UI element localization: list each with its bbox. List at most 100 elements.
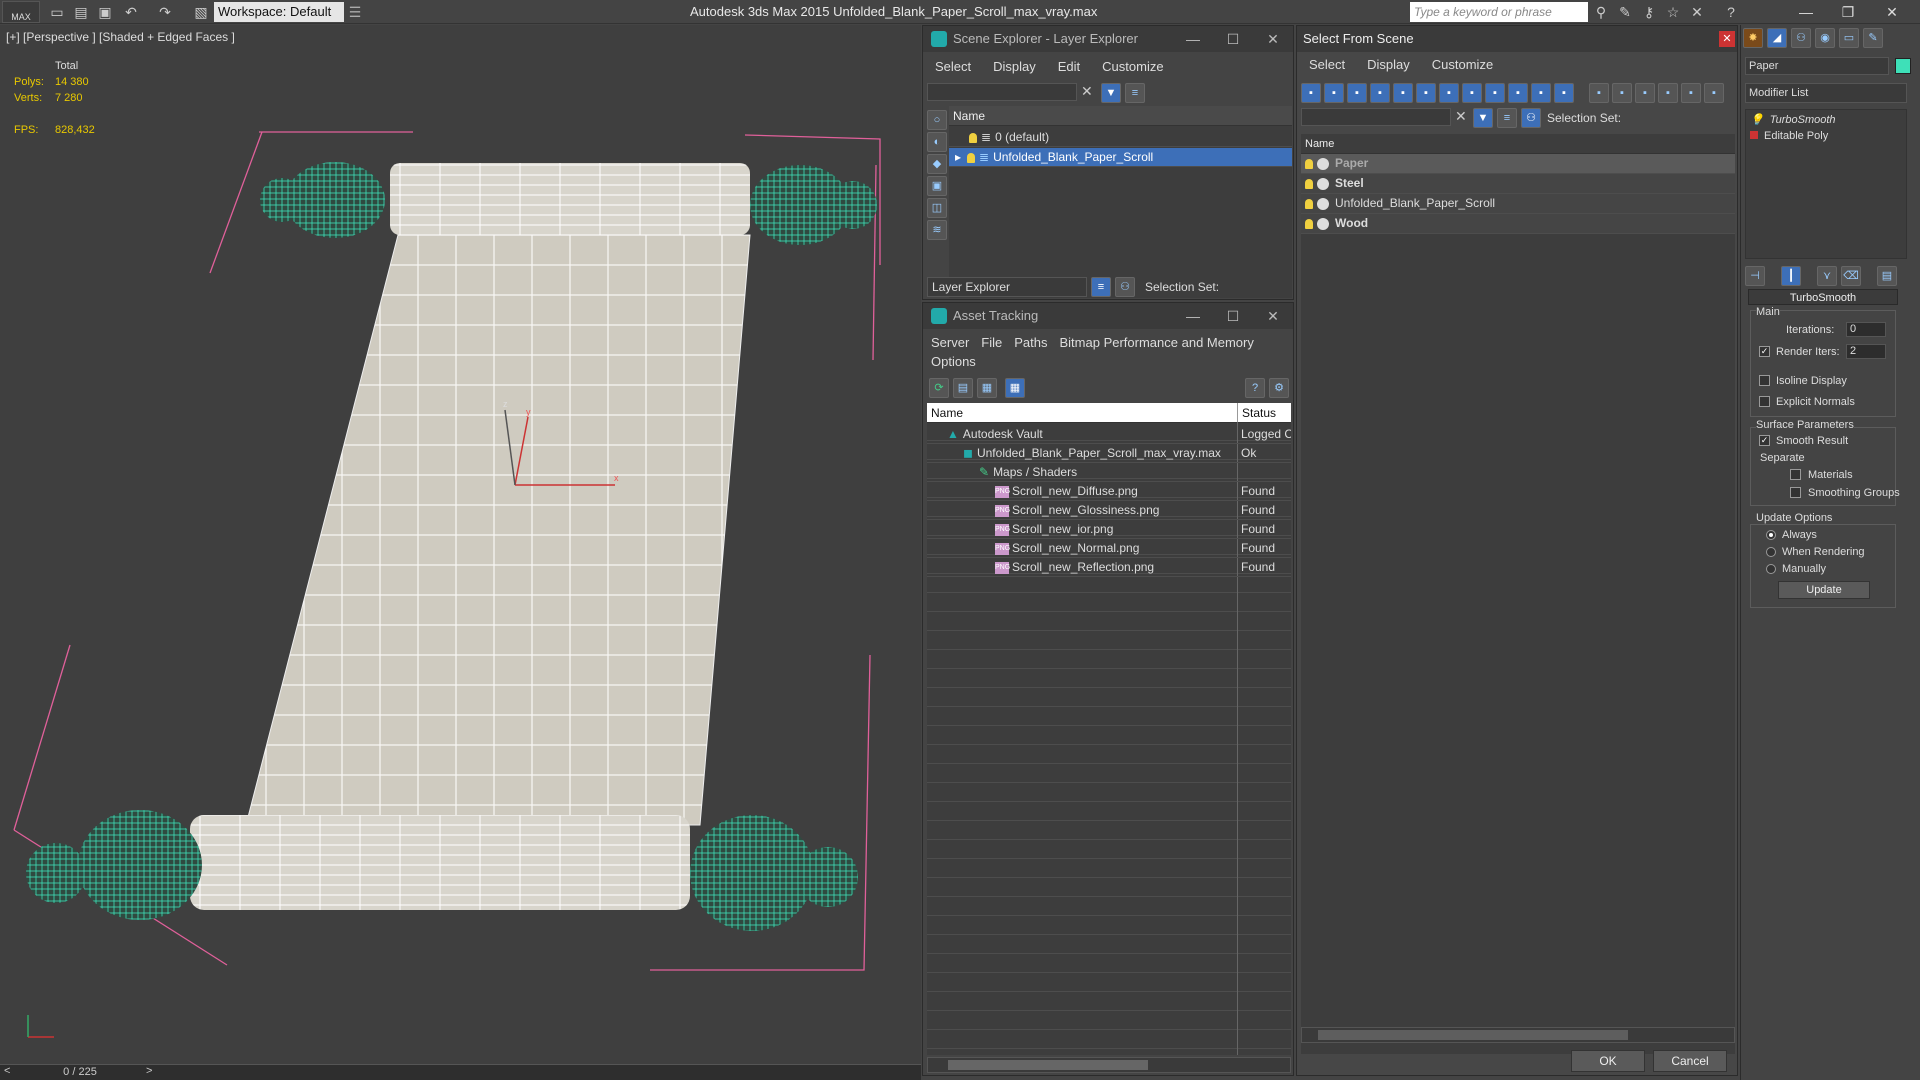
perspective-viewport[interactable]: [+] [Perspective ] [Shaded + Edged Faces…: [0, 25, 921, 1064]
display-helpers-icon[interactable]: ◫: [927, 198, 947, 218]
menu-display[interactable]: Display: [993, 59, 1036, 74]
expand-arrow-icon[interactable]: ▸: [955, 150, 961, 164]
isoline-display-checkbox[interactable]: [1759, 375, 1770, 386]
sfs-none-icon[interactable]: ▪: [1612, 83, 1632, 103]
sfs-hidden-icon[interactable]: ▪: [1554, 83, 1574, 103]
list-view-icon[interactable]: ▤: [953, 378, 973, 398]
menu-server[interactable]: Server: [931, 335, 969, 350]
sfs-helpers-icon[interactable]: ▪: [1393, 83, 1413, 103]
asset-row[interactable]: ◼ Unfolded_Blank_Paper_Scroll_max_vray.ma…: [927, 444, 1291, 463]
workspace-dropdown[interactable]: Workspace: Default: [214, 2, 344, 22]
asset-name-column[interactable]: Name: [927, 403, 1237, 423]
sfs-menu-display[interactable]: Display: [1367, 57, 1410, 72]
new-file-icon[interactable]: ▭: [48, 3, 66, 21]
sfs-bones-icon[interactable]: ▪: [1485, 83, 1505, 103]
scene-explorer-minimize-button[interactable]: —: [1173, 26, 1213, 52]
visibility-bulb-icon[interactable]: [969, 132, 977, 143]
sfs-groups-icon[interactable]: ▪: [1439, 83, 1459, 103]
visibility-bulb-icon[interactable]: [1305, 218, 1313, 229]
sfs-sort-icon[interactable]: ▪: [1681, 83, 1701, 103]
asset-row[interactable]: PNG Scroll_new_Reflection.png Found: [927, 558, 1291, 577]
display-shapes-icon[interactable]: ◐: [927, 132, 947, 152]
create-tab-icon[interactable]: ✸: [1743, 28, 1763, 48]
asset-row[interactable]: PNG Scroll_new_ior.png Found: [927, 520, 1291, 539]
sfs-frozen-icon[interactable]: ▪: [1531, 83, 1551, 103]
pin-stack-icon[interactable]: ⊣: [1745, 266, 1765, 286]
menu-options[interactable]: Options: [931, 354, 976, 369]
asset-row[interactable]: PNG Scroll_new_Glossiness.png Found: [927, 501, 1291, 520]
clear-search-icon[interactable]: ✕: [1081, 83, 1093, 100]
iterations-spinner[interactable]: 0: [1846, 322, 1886, 337]
cancel-button[interactable]: Cancel: [1653, 1050, 1727, 1072]
open-file-icon[interactable]: ▤: [72, 3, 90, 21]
turbosmooth-rollout-header[interactable]: TurboSmooth: [1748, 289, 1898, 305]
update-button[interactable]: Update: [1778, 581, 1870, 599]
menu-paths[interactable]: Paths: [1014, 335, 1047, 350]
menu-select[interactable]: Select: [935, 59, 971, 74]
sfs-menu-select[interactable]: Select: [1309, 57, 1345, 72]
object-color-swatch[interactable]: [1895, 58, 1911, 74]
sfs-shapes-icon[interactable]: ▪: [1324, 83, 1344, 103]
modify-tab-icon[interactable]: ◢: [1767, 28, 1787, 48]
layer-name-column[interactable]: Name: [949, 106, 1292, 126]
modifier-bulb-icon[interactable]: 💡: [1750, 114, 1764, 126]
render-iters-checkbox[interactable]: ✓: [1759, 346, 1770, 357]
asset-tracking-titlebar[interactable]: Asset Tracking — ☐ ✕: [923, 303, 1293, 329]
update-manually-radio[interactable]: [1766, 564, 1776, 574]
asset-row[interactable]: ✎ Maps / Shaders: [927, 463, 1291, 482]
object-row[interactable]: Unfolded_Blank_Paper_Scroll: [1301, 194, 1735, 214]
update-always-radio[interactable]: [1766, 530, 1776, 540]
hierarchy-tab-icon[interactable]: ⚇: [1791, 28, 1811, 48]
stack-item-editable-poly[interactable]: Editable Poly: [1750, 130, 1828, 142]
table-view-icon[interactable]: ▦: [1005, 378, 1025, 398]
stack-item-turbosmooth[interactable]: 💡 TurboSmooth: [1750, 113, 1836, 126]
menu-edit[interactable]: Edit: [1058, 59, 1080, 74]
visibility-bulb-icon[interactable]: [1305, 198, 1313, 209]
project-folder-icon[interactable]: ▧: [192, 3, 210, 21]
sfs-horizontal-scrollbar[interactable]: [1301, 1027, 1735, 1043]
materials-checkbox[interactable]: [1790, 469, 1801, 480]
sfs-all-icon[interactable]: ▪: [1589, 83, 1609, 103]
time-slider[interactable]: < >: [0, 1064, 921, 1080]
ok-button[interactable]: OK: [1571, 1050, 1645, 1072]
display-lights-icon[interactable]: ◆: [927, 154, 947, 174]
search-input[interactable]: Type a keyword or phrase: [1410, 2, 1588, 22]
explorer-type-dropdown[interactable]: Layer Explorer: [927, 277, 1087, 297]
thumbnail-view-icon[interactable]: ▦: [977, 378, 997, 398]
modifier-list-dropdown[interactable]: Modifier List: [1745, 83, 1907, 103]
object-row[interactable]: Wood: [1301, 214, 1735, 234]
menu-bitmap-performance[interactable]: Bitmap Performance and Memory: [1060, 335, 1254, 350]
update-when-rendering-radio[interactable]: [1766, 547, 1776, 557]
close-button[interactable]: ✕: [1872, 2, 1912, 22]
sfs-containers-icon[interactable]: ▪: [1508, 83, 1528, 103]
tools-icon[interactable]: ✎: [1616, 3, 1634, 21]
sfs-xrefs-icon[interactable]: ▪: [1462, 83, 1482, 103]
asset-horizontal-scrollbar[interactable]: [927, 1057, 1291, 1073]
show-end-result-icon[interactable]: ┃: [1781, 266, 1801, 286]
menu-file[interactable]: File: [981, 335, 1002, 350]
filter-toggle-icon[interactable]: ▼: [1101, 83, 1121, 103]
layer-tools-icon[interactable]: ≡: [1125, 83, 1145, 103]
time-prev-icon[interactable]: <: [4, 1065, 10, 1077]
sfs-spacewarps-icon[interactable]: ▪: [1416, 83, 1436, 103]
layer-row-scroll[interactable]: ▸ ≣ Unfolded_Blank_Paper_Scroll: [949, 148, 1292, 167]
refresh-icon[interactable]: ⟳: [929, 378, 949, 398]
time-next-icon[interactable]: >: [146, 1065, 152, 1077]
sfs-name-column[interactable]: Name: [1301, 134, 1735, 154]
sfs-layer-icon[interactable]: ≡: [1497, 108, 1517, 128]
sfs-hierarchy-icon[interactable]: ⚇: [1521, 108, 1541, 128]
make-unique-icon[interactable]: ⋎: [1817, 266, 1837, 286]
scene-explorer-maximize-button[interactable]: ☐: [1213, 26, 1253, 52]
display-geometry-icon[interactable]: ○: [927, 110, 947, 130]
key-icon[interactable]: ⚷: [1640, 3, 1658, 21]
minimize-button[interactable]: —: [1786, 2, 1826, 22]
smoothing-groups-checkbox[interactable]: [1790, 487, 1801, 498]
select-from-scene-close-button[interactable]: ✕: [1719, 31, 1735, 47]
sfs-clear-search-icon[interactable]: ✕: [1455, 108, 1467, 125]
asset-row[interactable]: PNG Scroll_new_Diffuse.png Found: [927, 482, 1291, 501]
sfs-lights-icon[interactable]: ▪: [1347, 83, 1367, 103]
layer-row-default[interactable]: ≣ 0 (default): [949, 128, 1292, 147]
sfs-search-input[interactable]: [1301, 108, 1451, 126]
display-spacewarps-icon[interactable]: ≋: [927, 220, 947, 240]
asset-help-icon[interactable]: ?: [1245, 378, 1265, 398]
